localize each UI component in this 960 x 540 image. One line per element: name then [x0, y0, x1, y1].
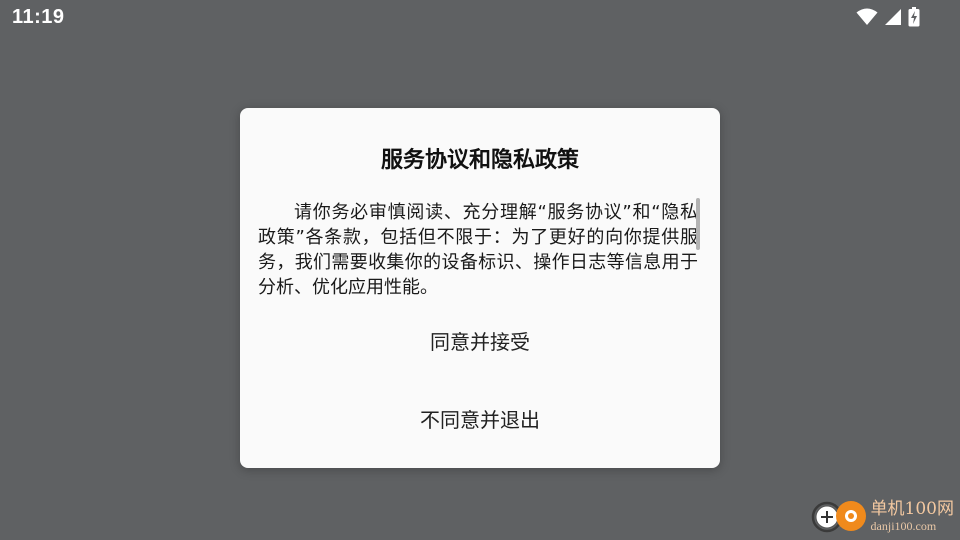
wifi-icon [856, 8, 878, 25]
decline-button[interactable]: 不同意并退出 [240, 404, 720, 433]
cellular-signal-icon [885, 9, 901, 25]
dialog-scrollbar[interactable] [696, 198, 700, 250]
status-icons [856, 7, 920, 27]
status-bar: 11:19 [0, 0, 960, 36]
status-time: 11:19 [12, 6, 65, 28]
dialog-title: 服务协议和隐私政策 [380, 148, 579, 173]
privacy-dialog: 服务协议和隐私政策 请你务必审慎阅读、充分理解“服务协议”和“隐私政策”各条款，… [240, 108, 720, 468]
dialog-body-text[interactable]: 请你务必审慎阅读、充分理解“服务协议”和“隐私政策”各条款，包括但不限于：为了更… [258, 200, 698, 296]
watermark-logo-icon [811, 501, 866, 533]
watermark: 单机100网 danji100.com [811, 496, 954, 536]
watermark-title: 单机100网 [870, 498, 954, 519]
watermark-url: danji100.com [870, 518, 937, 533]
battery-charging-icon [908, 7, 920, 27]
accept-button[interactable]: 同意并接受 [240, 326, 720, 355]
